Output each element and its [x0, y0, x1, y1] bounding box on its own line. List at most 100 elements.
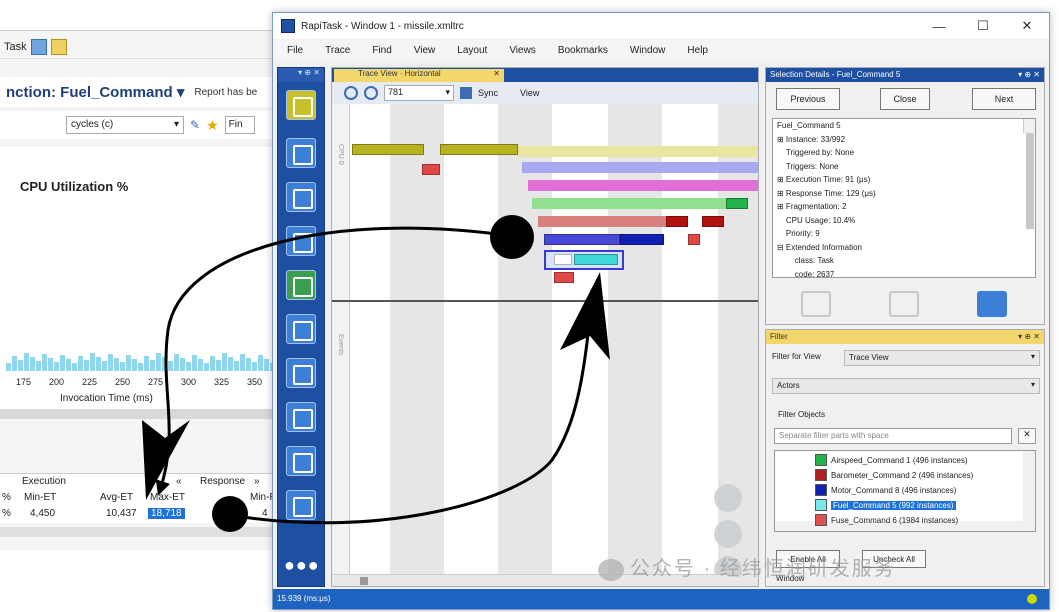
col-header[interactable]: Max-ET	[150, 492, 185, 503]
task-bar[interactable]	[574, 254, 618, 265]
tree-item[interactable]: code: 2637	[777, 270, 1031, 278]
tree-view-icon[interactable]	[977, 291, 1007, 317]
tree-scrollbar[interactable]	[1023, 119, 1035, 229]
col-header[interactable]: Avg-ET	[100, 492, 133, 503]
cpu-chart-icon[interactable]	[286, 270, 316, 300]
task-bar[interactable]	[554, 272, 574, 283]
task-bar[interactable]	[532, 198, 726, 209]
filter-list-item[interactable]: Airspeed_Command 1 (496 instances)	[815, 453, 968, 467]
close-tab-icon[interactable]: ✕	[493, 69, 500, 78]
hierarchy-view-icon[interactable]	[286, 182, 316, 212]
menu-views[interactable]: Views	[509, 45, 536, 56]
list-scrollbar[interactable]	[1023, 451, 1035, 531]
zoom-out-round-button[interactable]	[714, 520, 742, 548]
filter-icon[interactable]	[50, 38, 67, 55]
tree-item[interactable]: class: Task	[777, 256, 1031, 270]
grid-icon[interactable]	[30, 38, 47, 55]
response-chart-icon[interactable]	[286, 358, 316, 388]
wrench-icon[interactable]: ✎	[190, 118, 200, 132]
close-details-button[interactable]: Close	[880, 88, 930, 110]
chart-scrollbar[interactable]	[0, 409, 290, 419]
star-icon[interactable]: ★	[206, 117, 219, 134]
filter-list-item[interactable]: Barometer_Command 2 (496 instances)	[815, 468, 973, 482]
tree-view-icon[interactable]	[286, 446, 316, 476]
cycles-select[interactable]: cycles (c) ▾	[66, 116, 184, 134]
more-icon[interactable]: ●●●	[284, 555, 320, 576]
find-field[interactable]: Fin	[224, 116, 255, 134]
filter-search-input[interactable]: Separate filter parts with space	[774, 428, 1012, 444]
grid-scrollbar[interactable]	[0, 527, 290, 537]
max-et-cell[interactable]: 18,718	[148, 508, 185, 519]
clear-filter-button[interactable]: ✕	[1018, 428, 1036, 444]
filter-list-item[interactable]: Fuel_Command 5 (992 instances)	[815, 498, 956, 512]
menu-view[interactable]: View	[414, 45, 436, 56]
table-row[interactable]: % 4,450 10,437 18,718 4	[0, 508, 290, 522]
task-bar[interactable]	[620, 234, 664, 245]
pin-icon: ▾ ⊕ ✕	[298, 68, 320, 77]
task-bar[interactable]	[522, 162, 758, 173]
next-button[interactable]: Next	[972, 88, 1036, 110]
tree-item[interactable]: CPU Usage: 10.4%	[777, 216, 1031, 230]
view-menu[interactable]: View	[520, 88, 539, 98]
col-header[interactable]: %	[2, 492, 11, 503]
menu-window[interactable]: Window	[630, 45, 666, 56]
task-bar[interactable]	[544, 234, 620, 245]
execution-chart-icon[interactable]	[286, 226, 316, 256]
tab-trace-view[interactable]: Trace View · Horizontal ✕	[334, 69, 504, 82]
task-bar[interactable]	[422, 164, 440, 175]
col-header[interactable]: Min-ET	[24, 492, 56, 503]
zoom-out-icon[interactable]	[364, 86, 378, 100]
task-bar[interactable]	[688, 234, 700, 245]
sync-label[interactable]: Sync	[478, 88, 498, 98]
timeline-chart-icon[interactable]	[286, 490, 316, 520]
menu-find[interactable]: Find	[372, 45, 391, 56]
task-bar[interactable]	[518, 146, 758, 157]
menu-help[interactable]: Help	[687, 45, 708, 56]
expand-icon[interactable]: »	[254, 476, 260, 487]
zoom-in-icon[interactable]	[344, 86, 358, 100]
tree-item[interactable]: ⊞ Execution Time: 91 (μs)	[777, 175, 1031, 189]
trace-canvas[interactable]: CPU 0 Events	[332, 104, 758, 574]
filter-list-item[interactable]: Fuse_Command 6 (1984 instances)	[815, 513, 958, 527]
task-bar[interactable]	[726, 198, 748, 209]
collapse-icon[interactable]: «	[176, 476, 182, 487]
tree-item[interactable]: Triggered by: None	[777, 148, 1031, 162]
summary-view-icon[interactable]	[286, 90, 316, 120]
task-bar[interactable]	[702, 216, 724, 227]
filter-list-item[interactable]: Motor_Command 8 (496 instances)	[815, 483, 956, 497]
function-title[interactable]: nction: Fuel_Command ▾	[6, 83, 184, 101]
menu-layout[interactable]: Layout	[457, 45, 487, 56]
task-bar[interactable]	[352, 144, 424, 155]
details-tree[interactable]: Fuel_Command 5 ⊞ Instance: 33/992 Trigger…	[772, 118, 1036, 278]
task-bar[interactable]	[554, 254, 572, 265]
tree-item[interactable]: Fuel_Command 5	[777, 121, 1031, 135]
maximize-button[interactable]: ☐	[961, 13, 1005, 39]
sync-icon[interactable]	[460, 87, 472, 99]
tree-item[interactable]: ⊞ Instance: 33/992	[777, 135, 1031, 149]
task-bar[interactable]	[538, 216, 666, 227]
table-view-icon[interactable]	[889, 291, 919, 317]
task-bar[interactable]	[666, 216, 688, 227]
actors-select[interactable]: Actors ▾	[772, 378, 1040, 394]
zoom-level-select[interactable]: 781 ▾	[384, 85, 454, 101]
tree-item[interactable]: ⊞ Response Time: 129 (μs)	[777, 189, 1031, 203]
task-bar[interactable]	[528, 180, 758, 191]
menu-file[interactable]: File	[287, 45, 303, 56]
close-button[interactable]: ✕	[1005, 13, 1049, 39]
list-view-icon[interactable]	[801, 291, 831, 317]
task-view-icon[interactable]	[286, 402, 316, 432]
tree-item[interactable]: Priority: 9	[777, 229, 1031, 243]
trace-splitter[interactable]	[332, 300, 758, 302]
tree-item[interactable]: Triggers: None	[777, 162, 1031, 176]
tree-item[interactable]: ⊞ Fragmentation: 2	[777, 202, 1031, 216]
task-bar[interactable]	[440, 144, 518, 155]
minimize-button[interactable]: —	[917, 13, 961, 39]
zoom-in-round-button[interactable]	[714, 484, 742, 512]
menu-bookmarks[interactable]: Bookmarks	[558, 45, 608, 56]
call-tree-view-icon[interactable]	[286, 138, 316, 168]
tree-item[interactable]: ⊟ Extended Information	[777, 243, 1031, 257]
previous-button[interactable]: Previous	[776, 88, 840, 110]
events-chart-icon[interactable]	[286, 314, 316, 344]
menu-trace[interactable]: Trace	[325, 45, 350, 56]
filter-for-view-select[interactable]: Trace View ▾	[844, 350, 1040, 366]
